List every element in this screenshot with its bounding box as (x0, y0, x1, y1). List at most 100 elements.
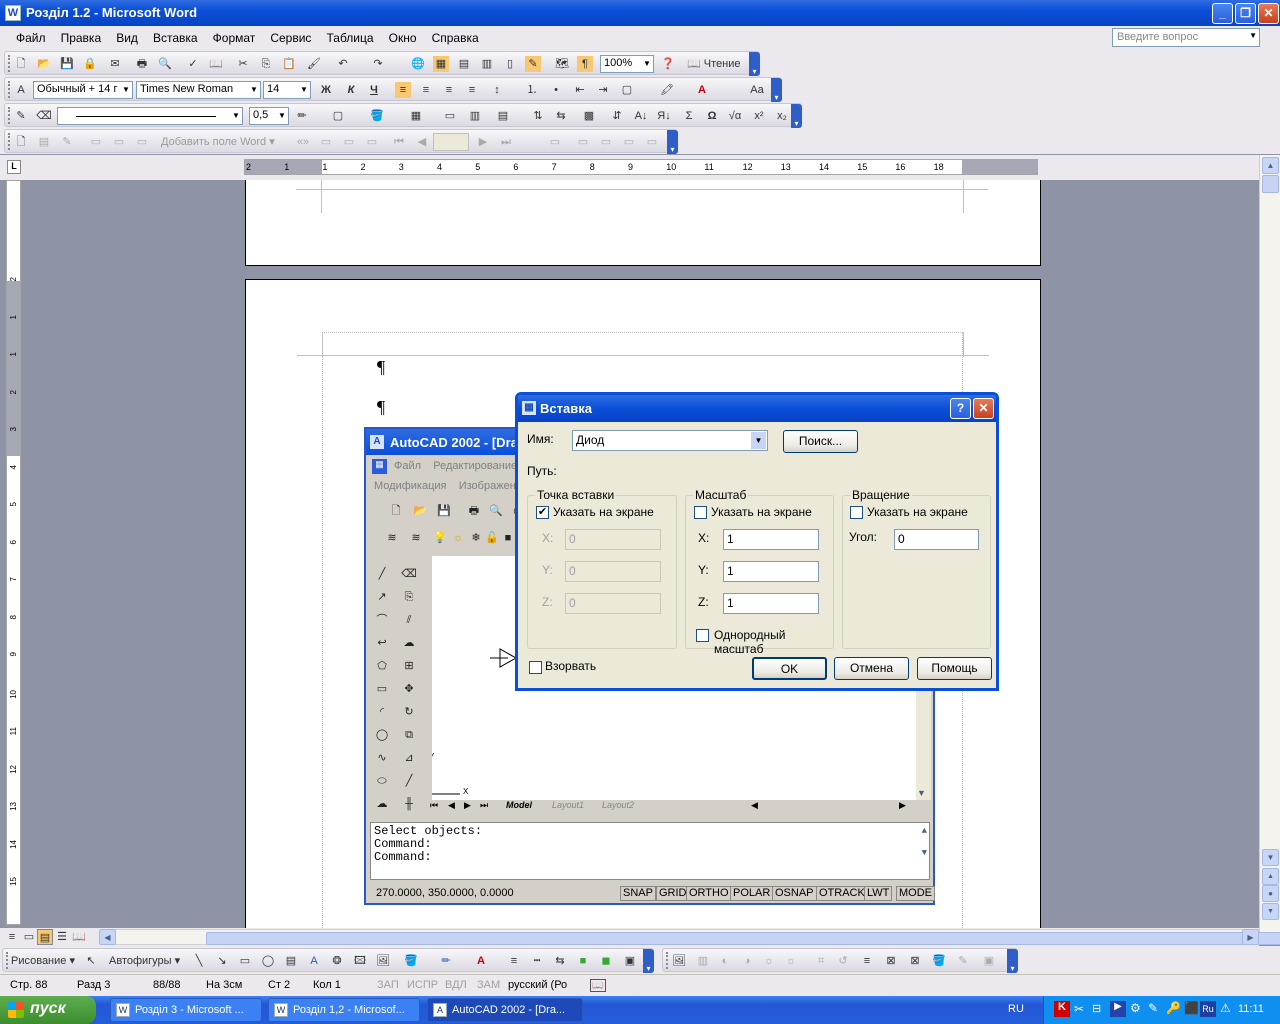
cmd-scroll-down-icon[interactable]: ▼ (922, 847, 927, 860)
open-source-icon[interactable]: ▤ (36, 134, 52, 150)
wordart-icon[interactable]: A (306, 953, 322, 969)
underline-button[interactable]: Ч (366, 82, 382, 98)
spelling-icon[interactable]: ✓ (185, 56, 201, 72)
acad-tab-model[interactable]: Model (506, 800, 532, 810)
tray-icon[interactable]: ✎ (1148, 1001, 1158, 1015)
angle-input[interactable]: 0 (894, 529, 979, 550)
3d-icon[interactable]: ◼ (598, 953, 614, 969)
normal-view-icon[interactable]: ≡ (4, 929, 20, 945)
acad-color-icon[interactable]: ■ (500, 530, 516, 546)
browse-button[interactable]: Поиск... (783, 430, 858, 453)
bullets-icon[interactable]: • (548, 82, 564, 98)
fill-color-icon[interactable]: 🪣 (403, 953, 419, 969)
paste-icon[interactable]: 📋 (281, 56, 297, 72)
rotate-left-icon[interactable]: ↺ (835, 953, 851, 969)
compress-icon[interactable]: ⊠ (883, 953, 899, 969)
increase-indent-icon[interactable]: ⇥ (595, 82, 611, 98)
insert-picture-icon[interactable]: 🖼 (671, 953, 687, 969)
acad-polyline-icon[interactable]: ⌒ (374, 612, 390, 628)
shading-color-icon[interactable]: 🪣 (369, 108, 385, 124)
merge-printer-icon[interactable]: ▭ (621, 134, 637, 150)
autocad-app-icon[interactable]: A (370, 435, 384, 449)
highlight-icon[interactable]: 🖍 (659, 82, 675, 98)
outside-border-icon[interactable]: ▢ (330, 108, 346, 124)
italic-button[interactable]: К (343, 82, 359, 98)
status-language[interactable]: русский (Ро (508, 979, 567, 991)
tables-borders-icon[interactable]: ▦ (433, 56, 449, 72)
acad-line-icon[interactable]: ╱ (374, 566, 390, 582)
sum-icon[interactable]: Σ (681, 108, 697, 124)
acad-tab-prev-icon[interactable]: ◀ (448, 800, 455, 811)
tray-icon[interactable]: ⊟ (1092, 1002, 1101, 1015)
read-button[interactable]: 📖 Чтение (687, 56, 747, 72)
tray-icon[interactable]: ⬛ (1184, 1001, 1199, 1015)
bold-button[interactable]: Ж (318, 82, 334, 98)
insert-address-icon[interactable]: ▭ (88, 134, 104, 150)
acad-mirror-icon[interactable]: ⫽ (401, 612, 417, 628)
rectangle-icon[interactable]: ▭ (237, 953, 253, 969)
explode-checkbox[interactable] (529, 661, 542, 674)
font-select[interactable]: Times New Roman ▼ (136, 81, 261, 99)
keyboard-layout-icon[interactable]: Ru (1200, 1001, 1216, 1017)
text-direction-icon[interactable]: ⇵ (609, 108, 625, 124)
view-merged-icon[interactable]: «» (295, 134, 311, 150)
picture-icon[interactable]: 🖼 (375, 953, 391, 969)
arrow-icon[interactable]: ↘ (214, 953, 230, 969)
acad-save-icon[interactable]: 💾 (436, 503, 452, 519)
border-color-icon[interactable]: ✏ (294, 108, 310, 124)
character-scaling-icon[interactable]: Aa (749, 82, 765, 98)
merge-cells-icon[interactable]: ▭ (442, 108, 458, 124)
insertion-specify-checkbox[interactable]: ✔ (536, 506, 549, 519)
select-multiple-icon[interactable]: ▣ (622, 953, 638, 969)
omega-icon[interactable]: Ω (704, 108, 720, 124)
word-app-icon[interactable]: W (5, 5, 21, 21)
font-color-icon[interactable]: A (694, 82, 710, 98)
sort-asc-icon[interactable]: A↓ (633, 108, 649, 124)
align-cell-icon[interactable]: ▤ (495, 108, 511, 124)
acad-hscroll-left-icon[interactable]: ◀ (751, 800, 758, 811)
draw-menu-button[interactable]: Рисование ▾ (11, 953, 81, 969)
line-spacing-icon[interactable]: ↕ (489, 82, 505, 98)
zoom-select[interactable]: 100% ▼ (600, 55, 654, 73)
picture-options-icon[interactable]: ▾ (1007, 949, 1018, 973)
snap-toggle[interactable]: SNAP (620, 886, 656, 901)
distribute-cols-icon[interactable]: ⇆ (553, 108, 569, 124)
styles-icon[interactable]: A (13, 82, 29, 98)
acad-scroll-down-icon[interactable]: ▼ (917, 788, 926, 798)
status-rec[interactable]: ЗАП (377, 979, 399, 991)
insert-table-menu-icon[interactable]: ▦ (408, 108, 424, 124)
diagram-icon[interactable]: ❂ (329, 953, 345, 969)
hscroll-thumb[interactable] (206, 932, 1280, 945)
menu-table[interactable]: Таблица (321, 26, 380, 45)
status-trk[interactable]: ИСПР (407, 979, 438, 991)
reading-view-icon[interactable]: 📖 (71, 929, 87, 945)
more-brightness-icon[interactable]: ☼ (761, 953, 777, 969)
acad-lock-icon[interactable]: 🔓 (484, 530, 500, 546)
scale-x-input[interactable]: 1 (723, 529, 819, 550)
print-icon[interactable]: 🖶 (134, 56, 150, 72)
scale-z-input[interactable]: 1 (723, 593, 819, 614)
autocad-menu-image[interactable]: Изображен (459, 480, 516, 492)
ortho-toggle[interactable]: ORTHO (686, 886, 732, 901)
formatting-options-icon[interactable]: ▾ (771, 78, 782, 102)
browse-object-icon[interactable]: ● (1262, 885, 1279, 902)
weight-dropdown-icon[interactable]: ▼ (276, 108, 288, 124)
close-button[interactable]: ✕ (1258, 3, 1279, 24)
research-icon[interactable]: 📖 (208, 56, 224, 72)
rotation-specify-checkbox[interactable] (850, 506, 863, 519)
autocad-menu-edit[interactable]: Редактирование (433, 460, 517, 472)
more-contrast-icon[interactable]: ◐ (717, 953, 733, 969)
line-style-select[interactable]: ▼ (57, 107, 243, 125)
less-contrast-icon[interactable]: ◑ (739, 953, 755, 969)
toolbar-options-icon[interactable]: ▾ (749, 52, 760, 76)
otrack-toggle[interactable]: OTRACK (816, 886, 868, 901)
insertion-y-input[interactable]: 0 (565, 561, 661, 582)
format-painter-icon[interactable]: 🖌 (306, 56, 322, 72)
ask-dropdown-icon[interactable]: ▼ (1249, 31, 1257, 40)
acad-ray-icon[interactable]: ↗ (374, 589, 390, 605)
tray-icon[interactable]: ⚠ (1220, 1001, 1231, 1015)
hyperlink-icon[interactable]: 🌐 (410, 56, 426, 72)
scroll-down-icon[interactable]: ▼ (1262, 849, 1279, 866)
autoshapes-button[interactable]: Автофигуры ▾ (109, 953, 189, 969)
outline-view-icon[interactable]: ☰ (54, 929, 70, 945)
